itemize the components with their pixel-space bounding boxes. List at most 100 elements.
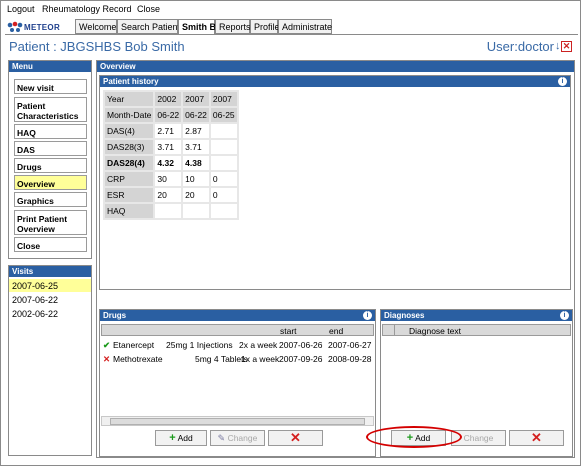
visits-panel-title: Visits [9, 266, 91, 277]
drug-end: 2007-06-27 [328, 340, 372, 350]
menu-print-patient-overview[interactable]: Print Patient Overview [14, 210, 87, 235]
table-row: DAS28(4) 4.32 4.38 [105, 156, 237, 170]
drug-start: 2007-06-26 [279, 340, 323, 350]
table-cell: 2.87 [183, 124, 209, 138]
table-cell: 4.32 [155, 156, 182, 170]
drug-name: Etanercept [113, 340, 155, 350]
remove-x-icon: ✕ [531, 430, 542, 445]
menu-overview[interactable]: Overview [14, 175, 87, 190]
row-label: DAS(4) [105, 124, 154, 138]
column-header-end[interactable]: end [329, 326, 343, 336]
logout-menu[interactable]: Logout [7, 4, 35, 14]
tab-welcome[interactable]: Welcome [75, 19, 117, 34]
column-header-diagnose-text[interactable]: Diagnose text [409, 326, 461, 336]
table-cell [183, 204, 209, 218]
diagnoses-title-text: Diagnoses [384, 311, 425, 320]
table-row[interactable]: ✔ Etanercept 25mg 1 Injections 2x a week… [101, 339, 374, 351]
info-icon[interactable]: i [558, 77, 567, 86]
drugs-panel: Drugs i start end ✔ Etanercept 25mg 1 In… [99, 309, 376, 457]
check-icon: ✔ [103, 340, 111, 350]
row-label: HAQ [105, 204, 154, 218]
table-cell: 10 [183, 172, 209, 186]
menu-haq[interactable]: HAQ [14, 124, 87, 139]
table-cell: 2.71 [155, 124, 182, 138]
add-label: Add [177, 433, 193, 443]
rheumatology-record-menu[interactable]: Rheumatology Record [42, 4, 132, 14]
diagnoses-grid-header: Diagnose text [382, 324, 571, 336]
drug-dose: 5mg 4 Tablets [195, 354, 248, 364]
table-cell: 0 [210, 188, 237, 202]
change-drug-button[interactable]: ✎ Change [210, 430, 265, 446]
row-label: DAS28(4) [105, 156, 154, 170]
row-label: DAS28(3) [105, 140, 154, 154]
tab-reports[interactable]: Reports [215, 19, 251, 34]
table-cell: 3.71 [183, 140, 209, 154]
row-label: ESR [105, 188, 154, 202]
table-cell: 06-22 [155, 108, 182, 122]
patient-history-table: Year 2002 2007 2007 Month-Date 06-22 06-… [103, 90, 239, 220]
table-cell: 06-25 [210, 108, 237, 122]
drug-dose: 25mg 1 Injections [166, 340, 233, 350]
add-drug-button[interactable]: + Add [155, 430, 207, 446]
table-row: DAS28(3) 3.71 3.71 [105, 140, 237, 154]
meteor-logo: METEOR [7, 21, 69, 35]
info-icon[interactable]: i [560, 311, 569, 320]
table-cell [210, 140, 237, 154]
table-row: ESR 20 20 0 [105, 188, 237, 202]
menu-patient-characteristics[interactable]: Patient Characteristics [14, 97, 87, 122]
visit-item[interactable]: 2007-06-22 [9, 293, 91, 306]
menu-new-visit[interactable]: New visit [14, 79, 87, 94]
remove-diagnosis-button[interactable]: ✕ [509, 430, 564, 446]
table-cell: 30 [155, 172, 182, 186]
table-cell: 3.71 [155, 140, 182, 154]
visits-panel: Visits 2007-06-25 2007-06-22 2002-06-22 [8, 265, 92, 456]
drug-frequency: 2x a week [239, 340, 278, 350]
table-cell [155, 204, 182, 218]
drug-end: 2008-09-28 [328, 354, 372, 364]
menu-close[interactable]: Close [14, 237, 87, 252]
table-cell: 0 [210, 172, 237, 186]
overview-panel: Overview Patient history i Year 2002 200… [96, 60, 575, 458]
table-cell: 2002 [155, 92, 182, 106]
visit-item[interactable]: 2002-06-22 [9, 307, 91, 320]
remove-drug-button[interactable]: ✕ [268, 430, 323, 446]
drugs-title-text: Drugs [103, 311, 127, 320]
drug-frequency: 1x a week [241, 354, 280, 364]
app-window: Logout Rheumatology Record Close METEOR … [0, 0, 581, 466]
header-divider [5, 34, 578, 35]
patient-history-title: Patient history i [100, 76, 570, 87]
plus-icon: + [169, 432, 176, 444]
annotation-highlight-ellipse [366, 426, 462, 448]
horizontal-scrollbar[interactable] [101, 416, 374, 426]
patient-history-title-text: Patient history [103, 77, 159, 86]
menu-panel: Menu New visit Patient Characteristics H… [8, 60, 92, 259]
menu-graphics[interactable]: Graphics [14, 192, 87, 207]
logo-text: METEOR [24, 23, 61, 32]
tab-administrate[interactable]: Administrate [278, 19, 332, 34]
cross-icon: ✕ [103, 354, 111, 364]
menubar: Logout Rheumatology Record Close [1, 1, 580, 17]
change-label: Change [463, 433, 494, 443]
table-cell: 4.38 [183, 156, 209, 170]
menu-drugs[interactable]: Drugs [14, 158, 87, 173]
table-cell: 06-22 [183, 108, 209, 122]
table-cell: 2007 [183, 92, 209, 106]
info-icon[interactable]: i [363, 311, 372, 320]
visit-item[interactable]: 2007-06-25 [9, 279, 91, 292]
close-menu[interactable]: Close [137, 4, 160, 14]
menu-das[interactable]: DAS [14, 141, 87, 156]
column-header-start[interactable]: start [280, 326, 297, 336]
logout-close-icon[interactable]: ✕ [561, 41, 572, 52]
scrollbar-thumb[interactable] [110, 418, 365, 425]
tab-search-patient[interactable]: Search Patient [117, 19, 180, 34]
table-row: CRP 30 10 0 [105, 172, 237, 186]
table-row: DAS(4) 2.71 2.87 [105, 124, 237, 138]
table-cell: 20 [155, 188, 182, 202]
tab-profile[interactable]: Profile [250, 19, 280, 34]
table-cell [210, 204, 237, 218]
table-row: Year 2002 2007 2007 [105, 92, 237, 106]
table-row[interactable]: ✕ Methotrexate 5mg 4 Tablets 1x a week 2… [101, 353, 374, 365]
tab-smith-b[interactable]: Smith B. [178, 19, 219, 35]
row-label: Year [105, 92, 154, 106]
drugs-panel-title: Drugs i [100, 310, 375, 321]
